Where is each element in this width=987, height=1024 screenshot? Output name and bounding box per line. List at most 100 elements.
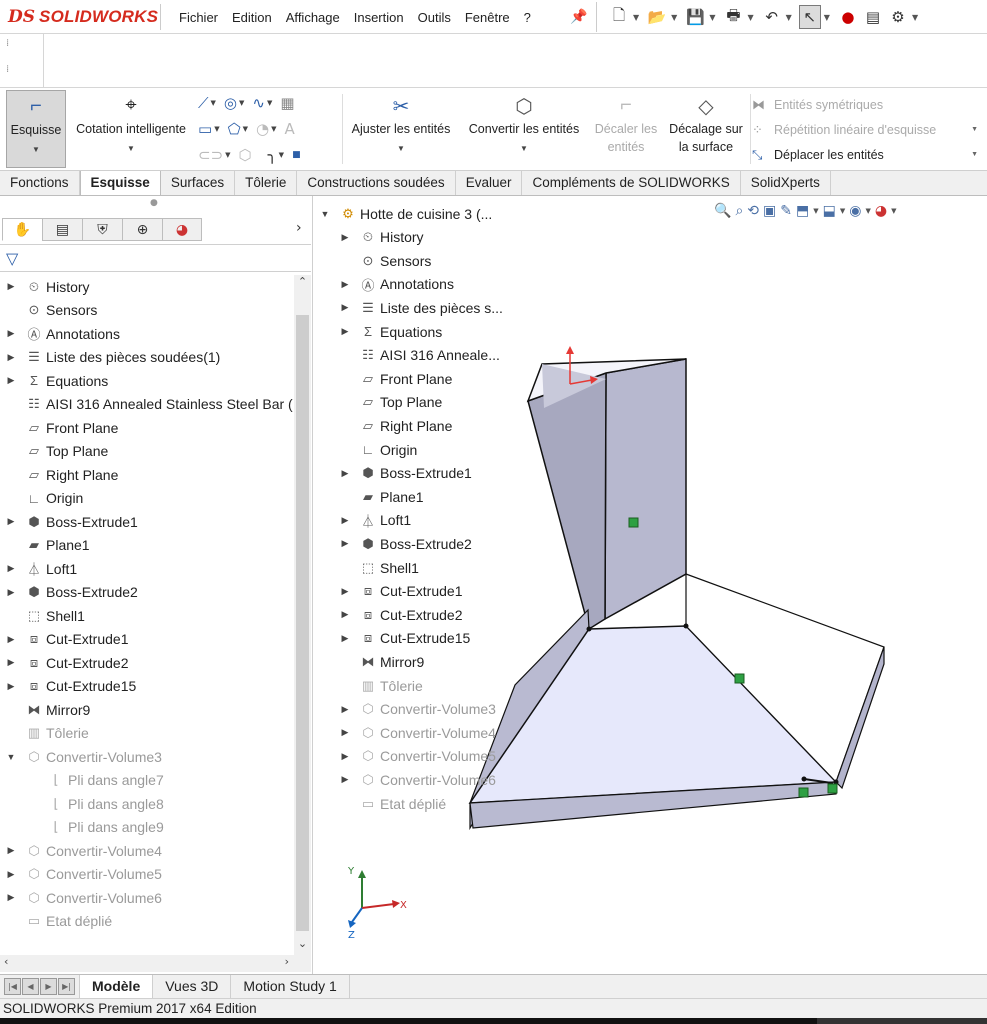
chevron-down-icon[interactable]: ▼ — [891, 207, 896, 215]
tree-item[interactable]: ▼ ⬡ Convertir-Volume3 — [0, 745, 294, 768]
rebuild-traffic-light-icon[interactable]: ● — [837, 5, 859, 29]
tree-item[interactable]: ▶ ⧈ Cut-Extrude2 — [314, 603, 534, 626]
tree-item[interactable]: ⧓ Mirror9 — [314, 650, 534, 673]
tree-item[interactable]: ▭ Etat déplié — [0, 910, 294, 933]
relation-marker-icon[interactable] — [798, 787, 809, 798]
tree-item[interactable]: ▶ ⏃ Loft1 — [314, 509, 534, 532]
chevron-right-icon[interactable]: ▶ — [0, 587, 22, 598]
tree-item[interactable]: ▶ ⧈ Cut-Extrude15 — [314, 627, 534, 650]
mirror-entities-button[interactable]: ⧓ Entités symétriques — [752, 92, 984, 117]
viewport-tree-root[interactable]: ▼ ⚙ Hotte de cuisine 3 (... — [314, 202, 534, 225]
tree-item[interactable]: ▰ Plane1 — [0, 534, 294, 557]
circle-icon[interactable]: ◎ — [224, 94, 237, 112]
menu-2[interactable]: Affichage — [279, 10, 347, 25]
relation-marker-icon[interactable] — [734, 673, 745, 684]
chevron-right-icon[interactable]: ▶ — [334, 302, 356, 313]
tree-item[interactable]: ⌊ Pli dans angle8 — [0, 792, 294, 815]
scroll-up-icon[interactable]: ⌃ — [294, 275, 311, 293]
tree-item[interactable]: ▥ Tôlerie — [314, 674, 534, 697]
move-entities-button[interactable]: ⤡ Déplacer les entités ▼ — [752, 142, 984, 167]
select-dropdown-icon[interactable]: ▼ — [824, 13, 830, 22]
sketch-button[interactable]: ⌐ Esquisse ▼ — [6, 90, 66, 168]
scrollbar-thumb[interactable] — [296, 315, 309, 931]
bottom-tab-1[interactable]: Vues 3D — [153, 975, 232, 998]
relation-marker-icon[interactable] — [827, 783, 838, 794]
menu-1[interactable]: Edition — [225, 10, 279, 25]
construction-line-icon[interactable]: ╮ — [268, 146, 277, 164]
vertical-scrollbar[interactable]: ⌃ ⌄ — [294, 275, 311, 955]
trim-entities-button[interactable]: ✂ Ajuster les entités ▼ — [344, 90, 458, 168]
tree-item[interactable]: ▶ ☰ Liste des pièces s... — [314, 296, 534, 319]
line-icon[interactable]: ⟋ — [198, 94, 209, 112]
chevron-right-icon[interactable]: ▶ — [0, 869, 22, 880]
menu-3[interactable]: Insertion — [347, 10, 411, 25]
tab-2[interactable]: Surfaces — [161, 171, 236, 195]
tree-item[interactable]: ▶ ⧈ Cut-Extrude15 — [0, 675, 294, 698]
tree-item[interactable]: ▶ ⬡ Convertir-Volume6 — [314, 768, 534, 791]
tree-item[interactable]: ▶ ⬡ Convertir-Volume5 — [0, 863, 294, 886]
tab-6[interactable]: Compléments de SOLIDWORKS — [522, 171, 741, 195]
tree-item[interactable]: ⊙ Sensors — [0, 299, 294, 322]
chevron-right-icon[interactable]: ▶ — [0, 328, 22, 339]
chevron-down-icon[interactable]: ▼ — [460, 144, 588, 153]
tree-item[interactable]: ▶ ⬡ Convertir-Volume3 — [314, 698, 534, 721]
tree-item[interactable]: ▶ Σ Equations — [314, 320, 534, 343]
chevron-down-icon[interactable]: ▼ — [243, 125, 248, 133]
rectangle-icon[interactable]: ▭ — [198, 120, 212, 138]
graphics-area[interactable]: ▼ ⚙ Hotte de cuisine 3 (... ▶ ⏲ History ⊙ Se… — [314, 196, 987, 974]
tree-item[interactable]: ▶ Σ Equations — [0, 369, 294, 392]
tree-item[interactable]: ▶ Ⓐ Annotations — [314, 273, 534, 296]
chevron-right-icon[interactable]: ▶ — [334, 326, 356, 337]
tree-item[interactable]: ▱ Front Plane — [314, 367, 534, 390]
chevron-right-icon[interactable]: ▶ — [0, 845, 22, 856]
tab-feature-manager[interactable]: ✋ — [2, 218, 42, 241]
bottom-tab-0[interactable]: Modèle — [79, 975, 154, 998]
first-tab-icon[interactable]: |◀ — [4, 978, 21, 995]
scroll-left-icon[interactable]: ‹ — [4, 955, 8, 968]
options-gear-icon[interactable]: ⚙ — [887, 5, 909, 29]
tree-item[interactable]: ▶ ⏲ History — [0, 275, 294, 298]
save-dropdown-icon[interactable]: ▼ — [709, 13, 715, 22]
chevron-right-icon[interactable]: ▶ — [334, 774, 356, 785]
previous-view-icon[interactable]: ⟲ — [747, 203, 759, 219]
menu-0[interactable]: Fichier — [172, 10, 225, 25]
chevron-right-icon[interactable]: ▶ — [334, 633, 356, 644]
new-dropdown-icon[interactable]: ▼ — [633, 13, 639, 22]
horizontal-scrollbar[interactable]: ‹ › — [0, 955, 311, 972]
offset-on-surface-button[interactable]: ◇ Décalage sur la surface — [664, 90, 748, 168]
open-folder-icon[interactable]: 📂 — [646, 5, 668, 29]
chevron-down-icon[interactable]: ▼ — [214, 125, 219, 133]
tab-3[interactable]: Tôlerie — [235, 171, 298, 195]
chevron-down-icon[interactable]: ▼ — [225, 151, 230, 159]
chevron-down-icon[interactable]: ▼ — [7, 145, 65, 154]
menu-5[interactable]: Fenêtre — [458, 10, 517, 25]
chevron-down-icon[interactable]: ▼ — [344, 144, 458, 153]
chevron-right-icon[interactable]: ▶ — [334, 586, 356, 597]
small-point-icon[interactable]: ■ — [292, 150, 301, 160]
tree-item[interactable]: ▶ ⏃ Loft1 — [0, 557, 294, 580]
undo-dropdown-icon[interactable]: ▼ — [786, 13, 792, 22]
print-dropdown-icon[interactable]: ▼ — [747, 13, 753, 22]
chevron-right-icon[interactable]: ▶ — [0, 634, 22, 645]
file-properties-icon[interactable]: ▤ — [862, 5, 884, 29]
toolbar-grip[interactable]: ⁞ ⁞ — [0, 34, 44, 88]
chevron-right-icon[interactable]: ▶ — [334, 279, 356, 290]
tree-item[interactable]: ▶ ⬢ Boss-Extrude2 — [314, 532, 534, 555]
chevron-right-icon[interactable]: ▶ — [0, 516, 22, 527]
tree-item[interactable]: ▶ ⧈ Cut-Extrude1 — [314, 580, 534, 603]
chevron-right-icon[interactable]: ▶ — [334, 232, 356, 243]
chevron-down-icon[interactable]: ▼ — [267, 99, 272, 107]
tree-item[interactable]: ▥ Tôlerie — [0, 722, 294, 745]
fillet-icon[interactable]: ◔ — [256, 120, 269, 138]
tree-item[interactable]: ▶ ⬡ Convertir-Volume5 — [314, 745, 534, 768]
chevron-right-icon[interactable]: ▶ — [334, 609, 356, 620]
tab-dimxpert-manager[interactable]: ⊕ — [122, 218, 162, 241]
tree-item[interactable]: ☷ AISI 316 Annealed Stainless Steel Bar ( — [0, 393, 294, 416]
text-icon[interactable]: A — [285, 120, 295, 138]
tab-1[interactable]: Esquisse — [79, 171, 161, 195]
tree-item[interactable]: ☷ AISI 316 Anneale... — [314, 344, 534, 367]
panel-grip-icon[interactable]: ● — [150, 198, 158, 208]
hide-show-items-icon[interactable]: ◉ — [849, 203, 861, 219]
chevron-right-icon[interactable]: ▶ — [0, 352, 22, 363]
tree-item[interactable]: ▭ Etat déplié — [314, 792, 534, 815]
